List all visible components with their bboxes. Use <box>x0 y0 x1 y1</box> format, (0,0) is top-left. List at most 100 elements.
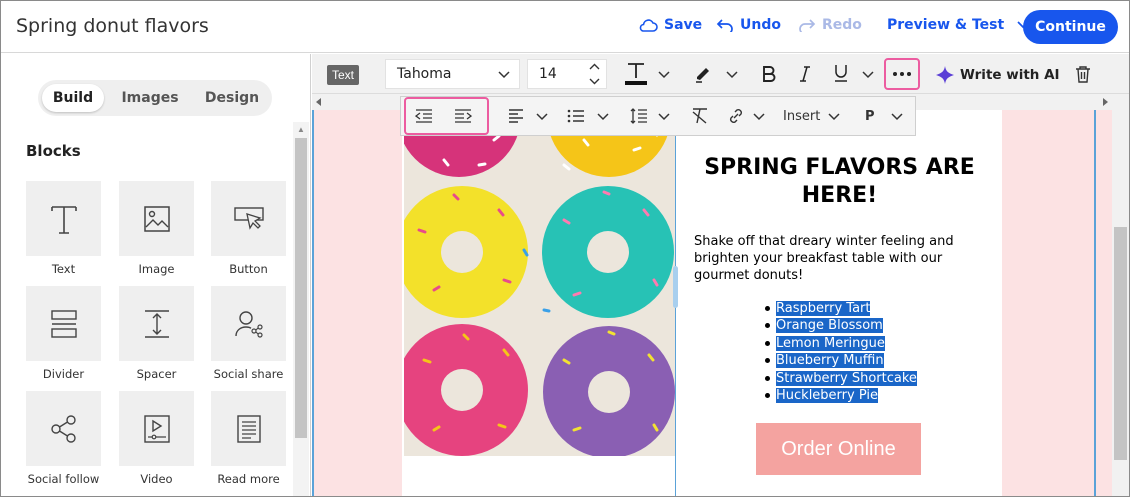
link-icon <box>730 109 742 123</box>
list-item[interactable]: Lemon Meringue <box>765 335 917 352</box>
block-button[interactable]: Button <box>211 181 286 276</box>
chevron-down-icon[interactable] <box>891 113 903 121</box>
list-item[interactable]: Huckleberry Pie <box>765 387 917 404</box>
editor-area: Text Tahoma 14 Write with AI SPRING FLAV… <box>312 54 1129 496</box>
cloud-icon <box>639 19 658 32</box>
chevron-up-icon[interactable] <box>589 63 600 71</box>
chevron-down-icon[interactable] <box>753 113 765 121</box>
format-toolbar: Text Tahoma 14 Write with AI <box>312 54 1129 94</box>
email-body-text[interactable]: Shake off that dreary winter feeling and… <box>694 233 994 284</box>
redo-label: Redo <box>822 17 862 33</box>
flavor-list[interactable]: Raspberry Tart Orange Blossom Lemon Meri… <box>765 300 917 404</box>
trash-icon <box>1076 66 1090 83</box>
delete-button[interactable] <box>1072 63 1094 85</box>
block-video[interactable]: Video <box>119 391 194 486</box>
bold-button[interactable] <box>758 63 780 85</box>
outdent-button[interactable] <box>414 108 434 124</box>
preview-test-button[interactable]: Preview & Test <box>887 17 1030 33</box>
chevron-down-icon[interactable] <box>589 77 600 85</box>
list-item[interactable]: Raspberry Tart <box>765 300 917 317</box>
block-label: Button <box>229 262 268 276</box>
chevron-down-icon[interactable] <box>828 113 840 121</box>
chevron-down-icon[interactable] <box>597 113 609 121</box>
canvas-left-edge <box>312 110 314 496</box>
italic-icon <box>800 66 810 82</box>
font-family-select[interactable]: Tahoma <box>385 59 520 89</box>
preview-label: Preview & Test <box>887 17 1005 33</box>
order-online-button[interactable]: Order Online <box>756 423 921 475</box>
save-button[interactable]: Save <box>638 17 702 33</box>
more-options-button[interactable] <box>884 58 920 90</box>
clear-format-button[interactable] <box>691 108 709 124</box>
redo-icon <box>799 19 816 32</box>
outdent-icon <box>415 109 432 123</box>
block-read-more[interactable]: Read more <box>211 391 286 486</box>
block-label: Divider <box>42 367 85 381</box>
list-item[interactable]: Strawberry Shortcake <box>765 370 917 387</box>
list-item[interactable]: Orange Blossom <box>765 317 917 334</box>
line-height-button[interactable] <box>629 108 649 124</box>
left-panel: Build Images Design Blocks Text Image Bu… <box>1 54 311 496</box>
element-type-tag: Text <box>327 65 360 85</box>
chevron-down-icon[interactable] <box>658 71 670 79</box>
campaign-title[interactable]: Spring donut flavors <box>16 15 209 37</box>
chevron-down-icon[interactable] <box>862 71 874 79</box>
app-window: Spring donut flavors Save Undo Redo Prev… <box>0 0 1130 497</box>
scroll-left-arrow-icon[interactable] <box>316 98 322 106</box>
email-canvas: SPRING FLAVORS ARE HERE! Shake off that … <box>402 110 1002 496</box>
social-follow-icon <box>50 414 76 443</box>
list-button[interactable] <box>567 109 585 123</box>
link-button[interactable] <box>727 108 745 124</box>
chevron-down-icon <box>498 71 510 79</box>
scroll-right-arrow-icon[interactable] <box>1102 98 1108 106</box>
scroll-thumb[interactable] <box>295 138 307 438</box>
scroll-thumb[interactable] <box>1114 227 1127 460</box>
redo-button[interactable]: Redo <box>798 17 862 33</box>
block-divider[interactable]: Divider <box>26 286 101 381</box>
tab-design[interactable]: Design <box>196 84 268 112</box>
donut-photo[interactable] <box>404 110 675 456</box>
social-share-icon <box>234 310 263 338</box>
insert-dropdown[interactable]: Insert <box>783 109 820 124</box>
indent-button[interactable] <box>453 108 473 124</box>
bold-icon <box>763 66 776 82</box>
chevron-down-icon[interactable] <box>726 71 738 79</box>
blocks-heading: Blocks <box>26 142 81 160</box>
underline-button[interactable] <box>830 62 852 84</box>
bullet-list-icon <box>567 109 584 123</box>
column-resize-handle[interactable] <box>673 266 678 308</box>
line-height-icon <box>630 108 647 124</box>
block-spacer[interactable]: Spacer <box>119 286 194 381</box>
divider-icon <box>50 309 77 338</box>
write-with-ai-button[interactable]: Write with AI <box>936 66 1060 84</box>
block-social-share[interactable]: Social share <box>211 286 286 381</box>
italic-button[interactable] <box>794 63 816 85</box>
underline-icon <box>835 65 847 82</box>
undo-button[interactable]: Undo <box>716 17 781 33</box>
panel-tabs: Build Images Design <box>38 80 272 116</box>
paragraph-style-dropdown[interactable]: P <box>865 109 875 124</box>
list-item[interactable]: Blueberry Muffin <box>765 352 917 369</box>
block-image[interactable]: Image <box>119 181 194 276</box>
block-social-follow[interactable]: Social follow <box>26 391 101 486</box>
block-text[interactable]: Text <box>26 181 101 276</box>
chevron-down-icon[interactable] <box>536 113 548 121</box>
undo-label: Undo <box>740 17 781 33</box>
highlighter-icon <box>696 68 709 83</box>
highlight-button[interactable] <box>692 63 716 85</box>
left-panel-scrollbar[interactable]: ▲ <box>293 122 309 496</box>
align-button[interactable] <box>507 109 525 123</box>
tab-build[interactable]: Build <box>42 84 104 112</box>
editor-scrollbar[interactable] <box>1112 110 1129 496</box>
tab-images[interactable]: Images <box>115 84 185 112</box>
scroll-up-arrow-icon[interactable]: ▲ <box>297 125 305 134</box>
continue-button[interactable]: Continue <box>1023 10 1118 44</box>
chevron-down-icon[interactable] <box>658 113 670 121</box>
text-column[interactable]: SPRING FLAVORS ARE HERE! Shake off that … <box>675 110 1002 496</box>
email-headline[interactable]: SPRING FLAVORS ARE HERE! <box>690 154 989 210</box>
button-icon <box>233 206 264 230</box>
image-icon <box>143 205 170 232</box>
block-label: Text <box>51 262 76 276</box>
font-size-stepper[interactable]: 14 <box>527 59 607 89</box>
text-color-button[interactable] <box>622 60 650 88</box>
